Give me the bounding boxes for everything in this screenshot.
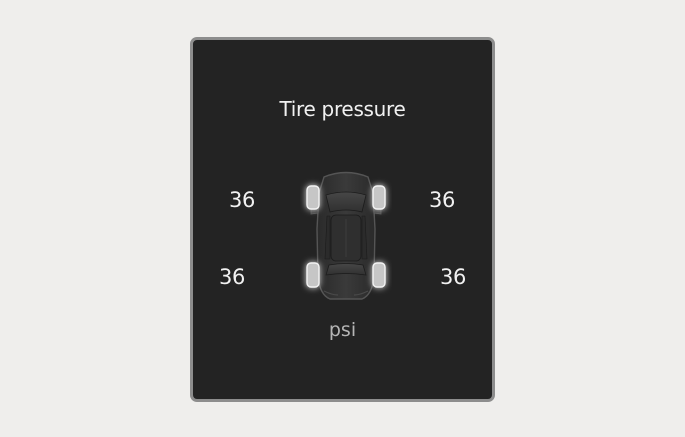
tire-pressure-panel: Tire pressure 36 36 36 36 psi [190, 37, 495, 402]
front-right-tire-pressure: 36 [429, 188, 456, 212]
front-left-tire-icon [306, 185, 320, 210]
front-left-tire-pressure: 36 [229, 188, 256, 212]
car-rear-window [325, 263, 367, 276]
front-right-tire-icon [372, 185, 386, 210]
car-windshield [325, 191, 367, 213]
rear-right-tire-pressure: 36 [440, 265, 467, 289]
rear-right-tire-icon [372, 262, 386, 288]
rear-left-tire-pressure: 36 [219, 265, 246, 289]
pressure-unit-label: psi [328, 319, 357, 341]
page-title: Tire pressure [279, 97, 406, 121]
rear-left-tire-icon [306, 262, 320, 288]
car-top-view-icon [300, 167, 392, 303]
